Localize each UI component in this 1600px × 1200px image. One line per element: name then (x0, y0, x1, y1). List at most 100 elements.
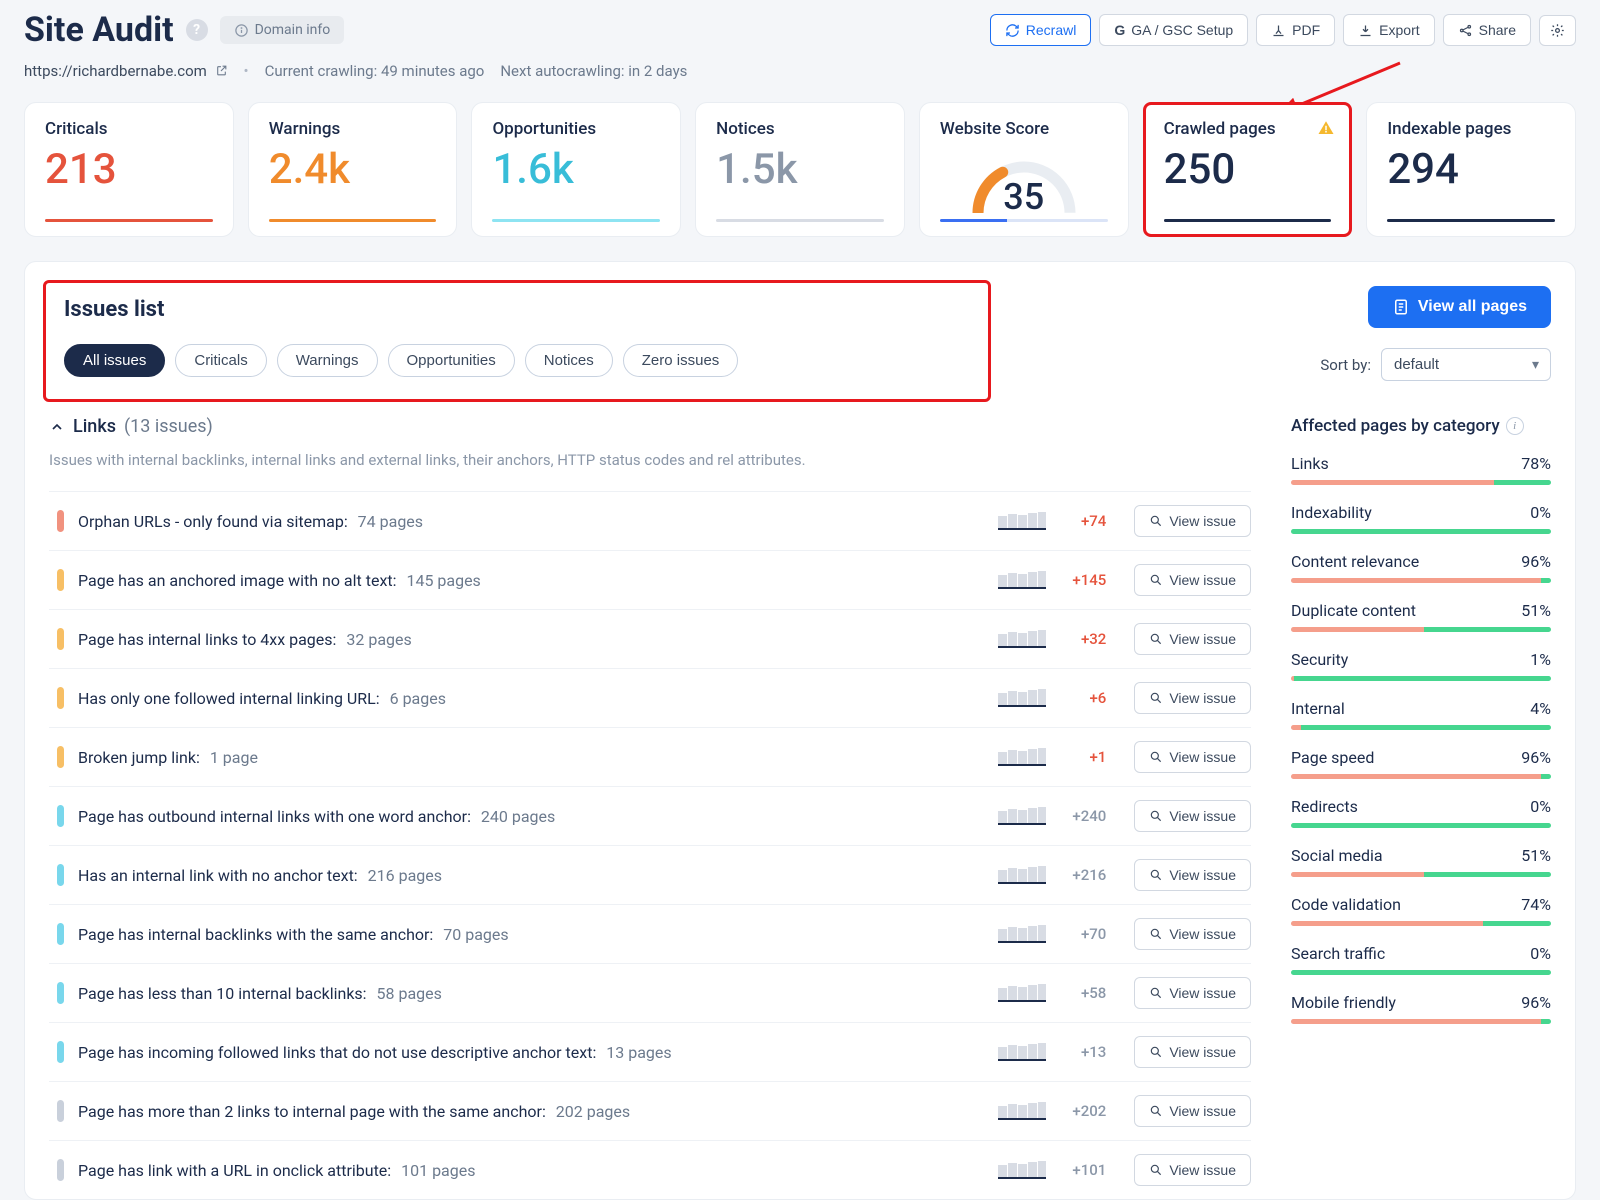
category-item[interactable]: Redirects0% (1291, 797, 1551, 828)
site-url[interactable]: https://richardbernabe.com (24, 62, 228, 80)
filter-pill-zero-issues[interactable]: Zero issues (623, 344, 739, 377)
issue-name[interactable]: Has an internal link with no anchor text… (78, 866, 984, 885)
category-pct: 4% (1530, 699, 1551, 718)
export-button[interactable]: Export (1343, 14, 1434, 46)
issue-name[interactable]: Broken jump link: 1 page (78, 748, 984, 767)
filter-pill-warnings[interactable]: Warnings (277, 344, 378, 377)
category-pct: 0% (1530, 503, 1551, 522)
stat-label: Notices (716, 119, 884, 139)
view-issue-button[interactable]: View issue (1134, 1036, 1251, 1068)
view-issue-button[interactable]: View issue (1134, 1095, 1251, 1127)
magnifier-icon (1149, 927, 1163, 941)
stat-value: 294 (1387, 149, 1555, 191)
category-item[interactable]: Security1% (1291, 650, 1551, 681)
issue-name[interactable]: Page has outbound internal links with on… (78, 807, 984, 826)
issue-name[interactable]: Page has an anchored image with no alt t… (78, 571, 984, 590)
share-label: Share (1479, 22, 1516, 38)
stat-card-website-score[interactable]: Website Score 35 (919, 102, 1129, 237)
stat-card-crawled-pages[interactable]: Crawled pages250 (1143, 102, 1353, 237)
category-item[interactable]: Links78% (1291, 454, 1551, 485)
stat-card-criticals[interactable]: Criticals213 (24, 102, 234, 237)
stat-label: Opportunities (492, 119, 660, 139)
category-pct: 96% (1521, 993, 1551, 1012)
category-pct: 96% (1521, 552, 1551, 571)
issue-name[interactable]: Page has less than 10 internal backlinks… (78, 984, 984, 1003)
score-gauge: 35 (964, 153, 1084, 213)
category-pct: 96% (1521, 748, 1551, 767)
info-icon[interactable]: i (1506, 417, 1524, 435)
view-issue-button[interactable]: View issue (1134, 741, 1251, 773)
category-name: Indexability (1291, 503, 1372, 522)
pdf-button[interactable]: PDF (1256, 14, 1335, 46)
view-issue-button[interactable]: View issue (1134, 1154, 1251, 1186)
links-group-header[interactable]: Links (13 issues) (49, 416, 1251, 437)
category-item[interactable]: Page speed96% (1291, 748, 1551, 779)
view-all-pages-button[interactable]: View all pages (1368, 286, 1551, 328)
category-name: Redirects (1291, 797, 1358, 816)
issue-name[interactable]: Orphan URLs - only found via sitemap: 74… (78, 512, 984, 531)
severity-marker (57, 1100, 64, 1122)
categories-title: Affected pages by category (1291, 416, 1500, 436)
issue-pages: 202 pages (552, 1102, 630, 1121)
issue-name[interactable]: Page has internal links to 4xx pages: 32… (78, 630, 984, 649)
severity-marker (57, 510, 64, 532)
filter-pill-all-issues[interactable]: All issues (64, 344, 165, 377)
next-crawl: Next autocrawling: in 2 days (500, 62, 687, 80)
view-issue-button[interactable]: View issue (1134, 977, 1251, 1009)
filter-pill-opportunities[interactable]: Opportunities (388, 344, 515, 377)
settings-button[interactable] (1539, 15, 1576, 46)
category-item[interactable]: Indexability 0% (1291, 503, 1551, 534)
stat-card-warnings[interactable]: Warnings2.4k (248, 102, 458, 237)
severity-marker (57, 628, 64, 650)
stat-label: Warnings (269, 119, 437, 139)
magnifier-icon (1149, 1104, 1163, 1118)
issue-row: Page has internal links to 4xx pages: 32… (49, 609, 1251, 668)
category-name: Security (1291, 650, 1348, 669)
recrawl-button[interactable]: Recrawl (990, 14, 1092, 46)
domain-info-chip[interactable]: Domain info (220, 16, 345, 44)
trend-sparkline (998, 571, 1046, 589)
view-issue-button[interactable]: View issue (1134, 918, 1251, 950)
share-button[interactable]: Share (1443, 14, 1531, 46)
issue-name[interactable]: Has only one followed internal linking U… (78, 689, 984, 708)
issue-pages: 58 pages (373, 984, 442, 1003)
category-bar (1291, 725, 1551, 730)
issue-name[interactable]: Page has link with a URL in onclick attr… (78, 1161, 984, 1180)
ga-gsc-button[interactable]: G GA / GSC Setup (1099, 14, 1248, 46)
category-item[interactable]: Duplicate content51% (1291, 601, 1551, 632)
category-name: Code validation (1291, 895, 1401, 914)
severity-marker (57, 1041, 64, 1063)
issue-name[interactable]: Page has more than 2 links to internal p… (78, 1102, 984, 1121)
magnifier-icon (1149, 868, 1163, 882)
help-icon[interactable]: ? (186, 19, 208, 41)
view-issue-button[interactable]: View issue (1134, 682, 1251, 714)
external-link-icon (215, 64, 228, 77)
stat-card-opportunities[interactable]: Opportunities1.6k (471, 102, 681, 237)
view-issue-button[interactable]: View issue (1134, 564, 1251, 596)
category-item[interactable]: Search traffic0% (1291, 944, 1551, 975)
filter-pill-criticals[interactable]: Criticals (175, 344, 266, 377)
category-bar (1291, 480, 1551, 485)
category-item[interactable]: Social media51% (1291, 846, 1551, 877)
stat-card-indexable-pages[interactable]: Indexable pages294 (1366, 102, 1576, 237)
category-item[interactable]: Code validation74% (1291, 895, 1551, 926)
view-issue-button[interactable]: View issue (1134, 800, 1251, 832)
trend-sparkline (998, 866, 1046, 884)
category-name: Internal (1291, 699, 1345, 718)
view-issue-button[interactable]: View issue (1134, 505, 1251, 537)
stat-value: 250 (1164, 149, 1332, 191)
sort-select[interactable]: default (1381, 348, 1551, 381)
issue-row: Page has incoming followed links that do… (49, 1022, 1251, 1081)
category-item[interactable]: Mobile friendly96% (1291, 993, 1551, 1024)
category-pct: 51% (1521, 601, 1551, 620)
view-issue-button[interactable]: View issue (1134, 859, 1251, 891)
magnifier-icon (1149, 986, 1163, 1000)
stat-card-notices[interactable]: Notices1.5k (695, 102, 905, 237)
issue-name[interactable]: Page has internal backlinks with the sam… (78, 925, 984, 944)
category-bar (1291, 578, 1551, 583)
filter-pill-notices[interactable]: Notices (525, 344, 613, 377)
category-item[interactable]: Content relevance96% (1291, 552, 1551, 583)
category-item[interactable]: Internal 4% (1291, 699, 1551, 730)
issue-name[interactable]: Page has incoming followed links that do… (78, 1043, 984, 1062)
view-issue-button[interactable]: View issue (1134, 623, 1251, 655)
